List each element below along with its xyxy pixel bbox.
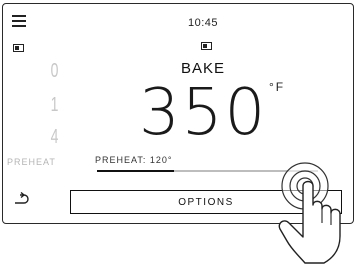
cook-panel: 10:45 BAKE 350 °F PREHEAT: 120° OPTIONS: [53, 4, 353, 223]
panel-indicator-icon: [13, 44, 24, 52]
left-rail: 0 1 4 PREHEAT: [3, 4, 58, 223]
oven-display: 0 1 4 PREHEAT 10:45 BAKE 350 °F PREHEAT:…: [2, 3, 354, 224]
clock: 10:45: [187, 17, 219, 29]
preheat-status: PREHEAT: 120°: [95, 155, 173, 165]
cook-mode: BAKE: [180, 60, 226, 77]
preheat-progress-fill: [97, 170, 175, 172]
menu-icon[interactable]: [12, 15, 28, 27]
back-arrow-icon[interactable]: [12, 192, 30, 206]
panel-indicator-icon: [201, 42, 212, 50]
set-temperature[interactable]: 350: [139, 76, 267, 150]
temperature-unit: °F: [269, 80, 286, 94]
options-button[interactable]: OPTIONS: [70, 190, 342, 214]
background-preheat-label: PREHEAT: [7, 157, 56, 167]
preheat-progress-bar: [97, 170, 318, 172]
